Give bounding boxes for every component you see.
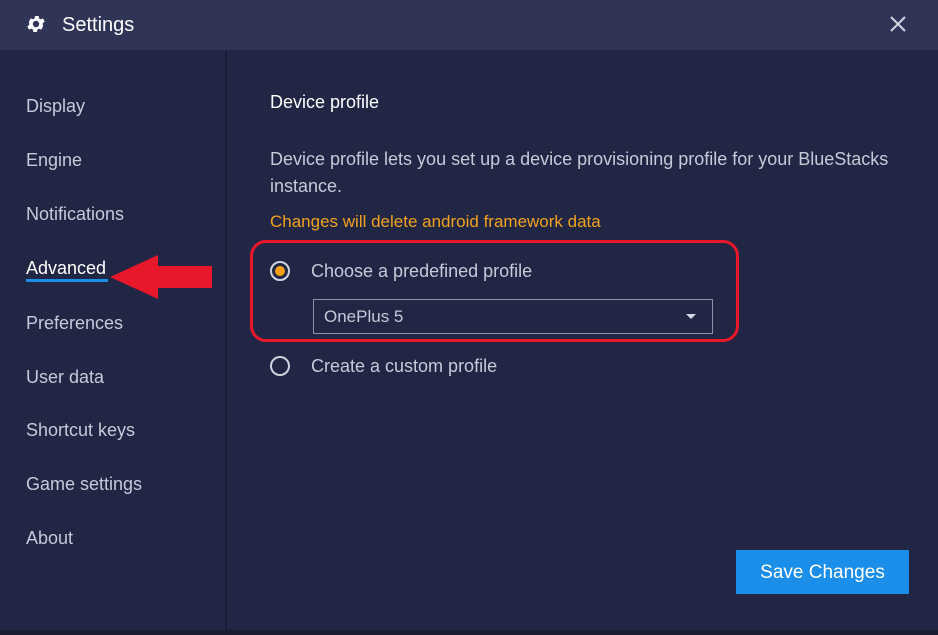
sidebar-item-engine[interactable]: Engine [26,149,82,171]
background-edge [0,630,938,635]
settings-sidebar: Display Engine Notifications Advanced Pr… [0,50,227,635]
profile-dropdown[interactable]: OnePlus 5 [313,299,713,334]
sidebar-item-notifications[interactable]: Notifications [26,203,124,225]
radio-predefined-profile[interactable]: Choose a predefined profile [270,261,590,287]
title-bar: Settings [0,0,938,50]
radio-button-checked[interactable] [270,261,290,281]
section-title: Device profile [270,92,380,112]
red-arrow-icon [110,255,212,299]
advanced-settings-panel: Device profile Device profile lets you s… [227,50,938,635]
save-changes-button[interactable]: Save Changes [736,550,909,594]
sidebar-item-about[interactable]: About [26,527,73,549]
sidebar-item-shortcut-keys[interactable]: Shortcut keys [26,419,135,441]
settings-window: Settings Display Engine Notifications Ad… [0,0,938,635]
chevron-down-icon [686,314,696,319]
radio-label: Choose a predefined profile [311,261,533,281]
warning-text: Changes will delete android framework da… [270,212,601,231]
active-tab-indicator [26,279,108,282]
sidebar-item-preferences[interactable]: Preferences [26,312,123,334]
sidebar-item-game-settings[interactable]: Game settings [26,473,142,495]
gear-icon [27,16,45,32]
close-icon[interactable] [884,10,912,38]
window-title: Settings [62,14,135,36]
sidebar-item-advanced[interactable]: Advanced [26,257,106,279]
profile-dropdown-value: OnePlus 5 [324,307,404,326]
sidebar-item-display[interactable]: Display [26,95,85,117]
radio-custom-profile[interactable]: Create a custom profile [270,356,570,382]
sidebar-item-user-data[interactable]: User data [26,366,104,388]
radio-label: Create a custom profile [311,356,498,376]
radio-button-unchecked[interactable] [270,356,290,376]
section-description: Device profile lets you set up a device … [270,149,889,196]
